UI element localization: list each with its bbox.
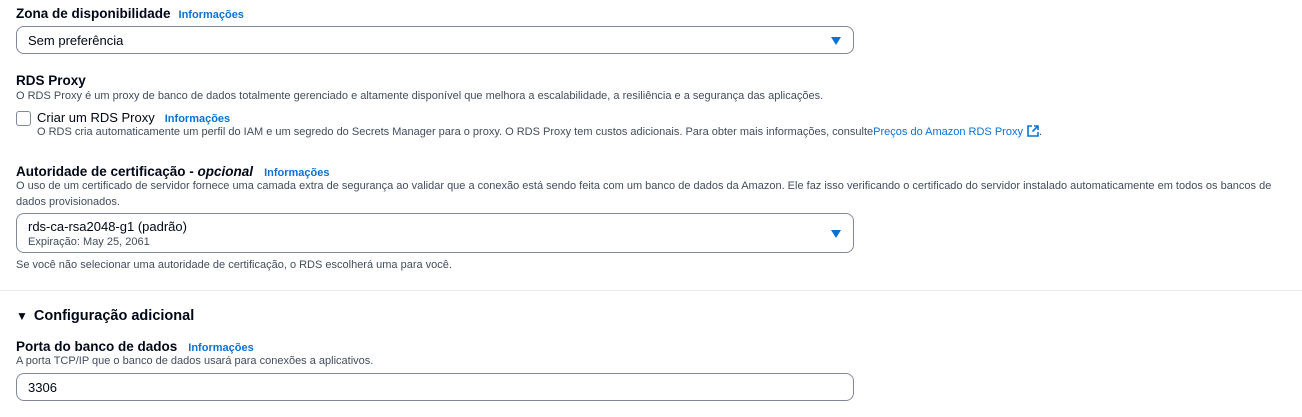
db-port-value: 3306 [28,380,57,395]
availability-zone-info-link[interactable]: Informações [179,9,244,21]
rds-proxy-cost-text: O RDS cria automaticamente um perfil do … [37,126,874,138]
certificate-authority-label: Autoridade de certificação - [16,164,198,179]
availability-zone-select[interactable]: Sem preferência [16,26,854,54]
certificate-authority-info-link[interactable]: Informações [264,167,329,179]
rds-proxy-pricing-suffix: . [1038,126,1043,138]
db-port-description: A porta TCP/IP que o banco de dados usar… [16,355,374,367]
availability-zone-value: Sem preferência [28,33,124,48]
create-rds-proxy-label[interactable]: Criar um RDS Proxy [37,110,155,125]
expand-triangle-icon: ▼ [16,309,28,323]
certificate-authority-optional: opcional [197,164,254,179]
external-link-icon[interactable] [1027,125,1039,137]
rds-proxy-info-link[interactable]: Informações [165,113,230,125]
db-port-input[interactable]: 3306 [16,373,854,401]
rds-proxy-pricing-link[interactable]: Preços do Amazon RDS Proxy [873,126,1023,138]
certificate-authority-select[interactable]: rds-ca-rsa2048-g1 (padrão) Expiração: Ma… [16,213,854,253]
rds-proxy-heading: RDS Proxy [16,73,86,88]
certificate-expiration: Expiração: May 25, 2061 [28,236,150,248]
caret-down-icon [831,230,841,238]
certificate-authority-value: rds-ca-rsa2048-g1 (padrão) [28,219,187,234]
certificate-authority-hint: Se você não selecionar uma autoridade de… [16,259,452,271]
create-rds-proxy-checkbox[interactable] [16,111,31,126]
additional-config-title: Configuração adicional [33,308,195,324]
caret-down-icon [831,37,841,45]
db-port-label: Porta do banco de dados [16,339,178,354]
certificate-authority-description: O uso de um certificado de servidor forn… [16,180,1272,208]
rds-proxy-description: O RDS Proxy é um proxy de banco de dados… [16,90,824,102]
additional-config-expander[interactable]: ▼ Configuração adicional [16,307,194,325]
availability-zone-label: Zona de disponibilidade [16,6,171,21]
create-rds-proxy-description: O RDS cria automaticamente um perfil do … [37,125,1042,141]
availability-zone-header: Zona de disponibilidade Informações [16,5,244,23]
db-port-info-link[interactable]: Informações [188,342,253,354]
section-divider [0,290,1302,291]
